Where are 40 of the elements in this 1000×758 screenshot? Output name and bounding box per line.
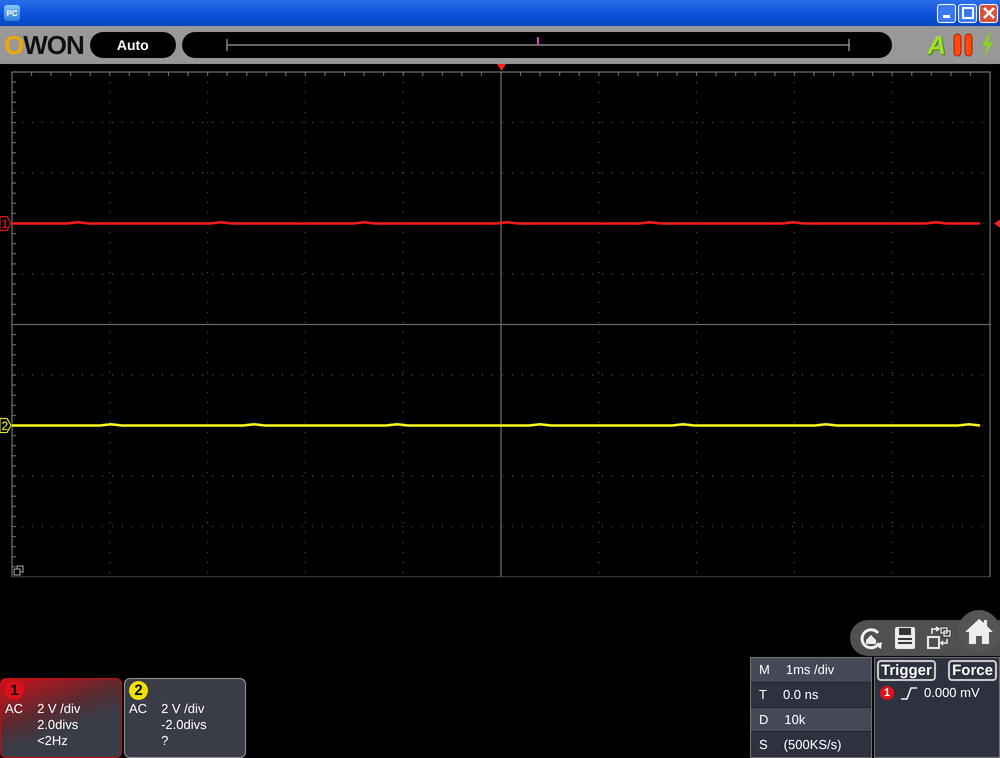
timebase-key: S — [759, 736, 768, 752]
offset-value: 2.0divs — [37, 717, 80, 733]
channel-panel[interactable]: 2 AC 2 V /div -2.0divs ? — [124, 678, 246, 758]
channel-badge: 2 — [129, 681, 148, 700]
trigger-level-marker — [994, 220, 1000, 228]
trigger-source-badge: 1 — [880, 686, 894, 700]
volts-per-div: 2 V /div — [37, 701, 80, 717]
maximize-icon — [962, 7, 974, 19]
channel-marker[interactable]: 2 — [0, 418, 12, 433]
window-icon[interactable] — [14, 566, 24, 576]
force-button[interactable]: Force — [948, 660, 997, 681]
rising-edge-icon — [900, 686, 918, 700]
timebase-key: T — [759, 687, 767, 702]
coupling-label: AC — [129, 701, 148, 718]
timebase-value: 0.0 ns — [782, 687, 818, 702]
offset-value: -2.0divs — [161, 717, 207, 733]
horizontal-position-bar[interactable] — [182, 32, 892, 58]
logo: OWON — [4, 32, 84, 58]
timebase-value: (500KS/s) — [784, 736, 842, 752]
timebase-value: 10k — [784, 712, 806, 727]
app-icon: PC — [4, 5, 20, 21]
mode-button[interactable]: Auto — [90, 32, 176, 58]
timebase-key: M — [759, 662, 770, 678]
close-button[interactable] — [979, 4, 998, 22]
frequency-value: ? — [161, 733, 170, 749]
timebase-key: D — [759, 712, 768, 727]
timebase-value: 1ms /div — [786, 662, 834, 678]
minimize-button[interactable] — [937, 4, 956, 22]
channel-marker[interactable]: 1 — [0, 216, 12, 231]
channel-badge: 1 — [5, 681, 24, 700]
trigger-level-value: 0.000 mV — [924, 685, 980, 700]
maximize-button[interactable] — [958, 4, 977, 22]
trigger-button[interactable]: Trigger — [877, 660, 936, 681]
frequency-value: <2Hz — [37, 733, 69, 749]
channel-panel[interactable]: 1 AC 2 V /div 2.0divs <2Hz — [0, 678, 122, 758]
minimize-icon — [943, 15, 950, 18]
coupling-label: AC — [5, 701, 24, 718]
close-icon — [982, 7, 994, 19]
home-button[interactable] — [958, 610, 1000, 652]
volts-per-div: 2 V /div — [161, 701, 206, 717]
